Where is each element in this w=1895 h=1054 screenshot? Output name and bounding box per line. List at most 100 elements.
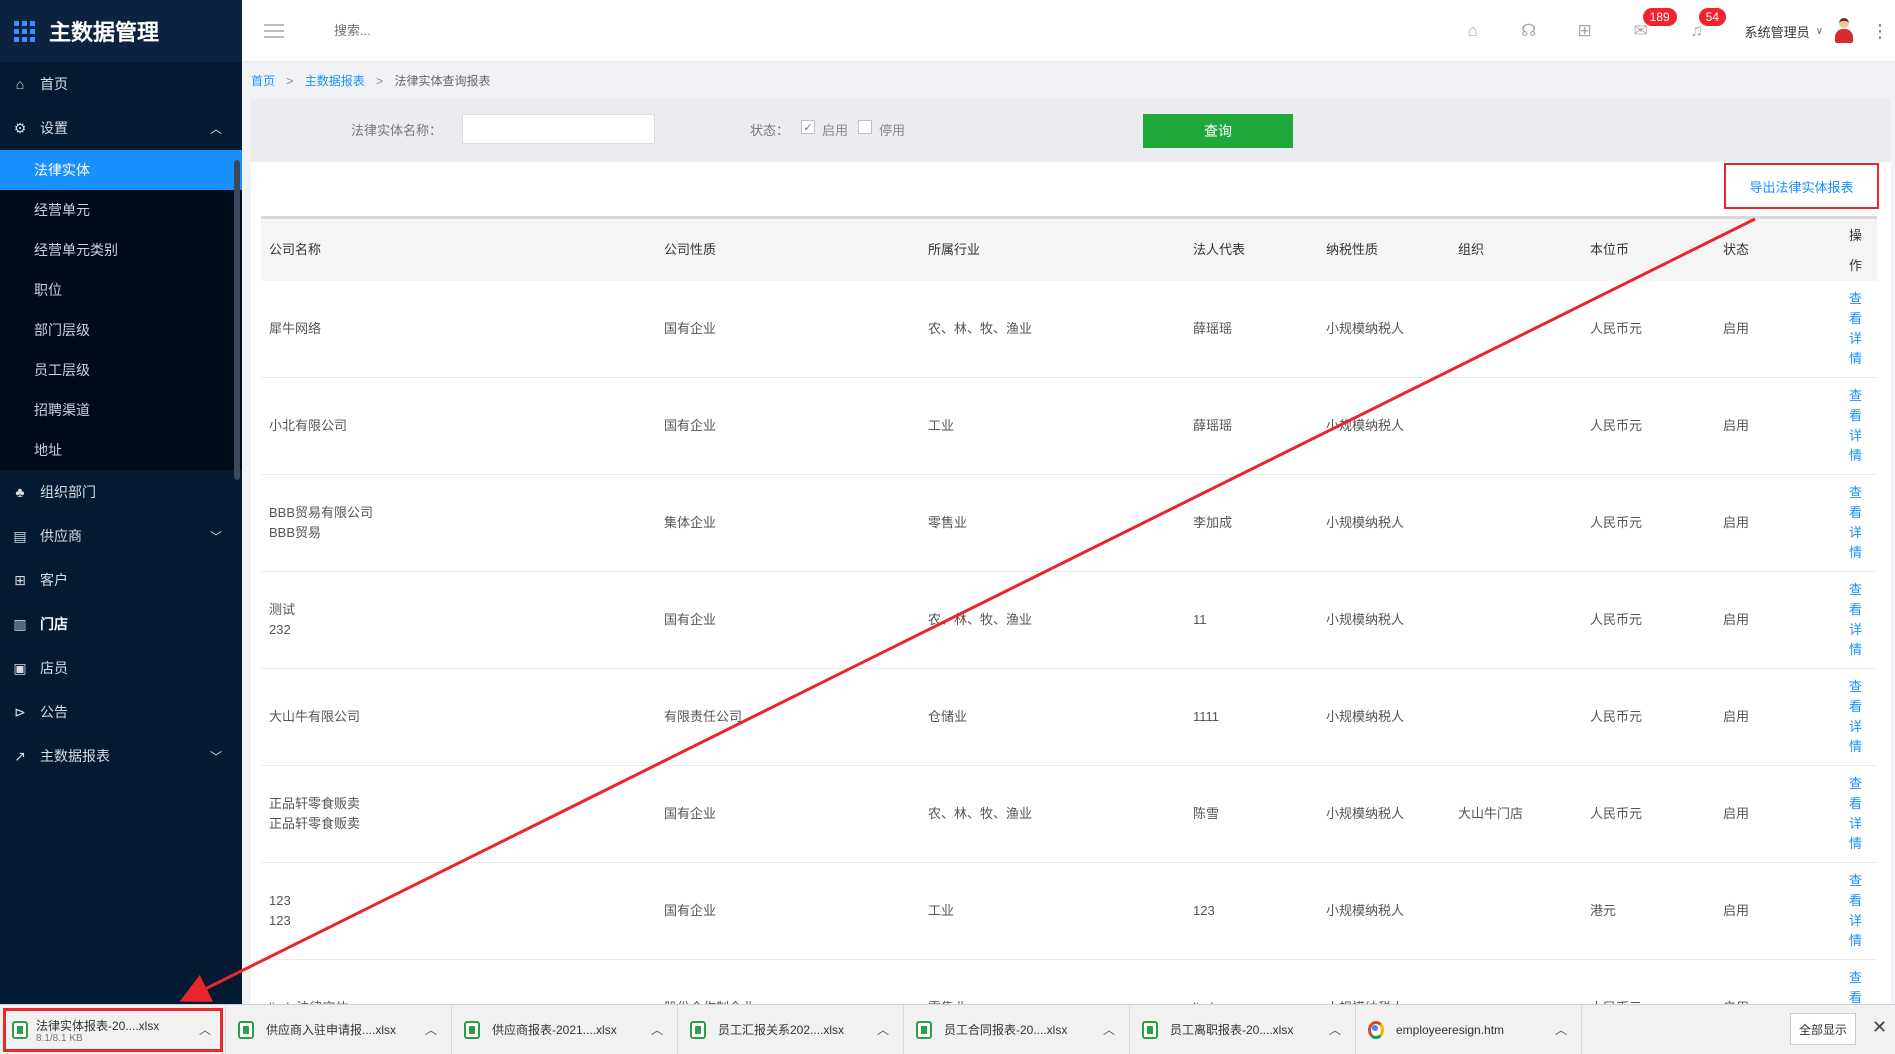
- sidebar-item-supplier[interactable]: ▤ 供应商 ﹀: [0, 514, 242, 558]
- col-header-state[interactable]: 状态: [1723, 240, 1749, 260]
- download-item[interactable]: 供应商报表-2021....xlsx ︿: [452, 1004, 678, 1054]
- chevron-up-icon[interactable]: ︿: [199, 1021, 211, 1038]
- sidebar-subitem-recruit-channel[interactable]: 招聘渠道: [0, 390, 242, 430]
- entity-name-input[interactable]: [462, 114, 655, 144]
- customer-icon: ⊞: [14, 571, 26, 588]
- breadcrumb-report[interactable]: 主数据报表: [305, 74, 365, 88]
- col-header-org[interactable]: 组织: [1458, 240, 1484, 260]
- cell-tax: 小规模纳税人: [1326, 806, 1405, 821]
- cell-industry: 工业: [928, 903, 955, 918]
- sidebar-item-staff[interactable]: ▣ 店员: [0, 646, 242, 690]
- download-item[interactable]: 员工合同报表-20....xlsx ︿: [904, 1004, 1130, 1054]
- apps-icon[interactable]: ⊞: [1557, 0, 1613, 62]
- sidebar-subitem-department-level[interactable]: 部门层级: [0, 310, 242, 350]
- download-item[interactable]: 法律实体报表-20....xlsx 8.1/8.1 KB ︿: [0, 1004, 226, 1054]
- more-vertical-icon[interactable]: ⋮: [1865, 21, 1895, 42]
- cell-tax: 小规模纳税人: [1326, 515, 1405, 530]
- bell-icon[interactable]: ♫ 54: [1669, 0, 1727, 62]
- menu-toggle-icon[interactable]: [264, 23, 284, 38]
- sidebar-item-reports[interactable]: ↗ 主数据报表 ﹀: [0, 734, 242, 778]
- user-menu[interactable]: 系统管理员 ∨: [1745, 18, 1853, 44]
- col-header-industry[interactable]: 所属行业: [928, 240, 980, 260]
- cell-industry: 农、林、牧、渔业: [928, 321, 1033, 336]
- cell-name: BBB贸易有限公司 BBB贸易: [269, 505, 374, 540]
- sidebar-item-org[interactable]: ♣ 组织部门: [0, 470, 242, 514]
- sidebar-subitem-position[interactable]: 职位: [0, 270, 242, 310]
- search-input[interactable]: [334, 23, 634, 38]
- breadcrumb-current: 法律实体查询报表: [394, 74, 491, 88]
- chevron-down-icon: ﹀: [209, 749, 222, 764]
- col-header-name[interactable]: 公司名称: [269, 240, 649, 260]
- breadcrumb-home[interactable]: 首页: [251, 74, 275, 88]
- sidebar-subitem-business-unit-category[interactable]: 经营单元类别: [0, 230, 242, 270]
- col-header-nature[interactable]: 公司性质: [664, 240, 716, 260]
- export-legal-entity-report-button[interactable]: 导出法律实体报表: [1724, 163, 1879, 209]
- home-icon[interactable]: ⌂: [1445, 0, 1501, 62]
- cell-state: 启用: [1723, 903, 1750, 918]
- cell-state: 启用: [1723, 321, 1750, 336]
- download-filename: 供应商入驻申请报....xlsx: [266, 1023, 397, 1037]
- col-header-currency[interactable]: 本位币: [1590, 240, 1629, 260]
- col-header-tax[interactable]: 纳税性质: [1326, 240, 1378, 260]
- sidebar-subitem-employee-level[interactable]: 员工层级: [0, 350, 242, 390]
- sidebar-menu: ⌂ 首页 ⚙ 设置 ︿ 法律实体 经营单元 经营单元类别 职位 部门层级 员工层…: [0, 62, 242, 778]
- cell-nature: 集体企业: [664, 515, 717, 530]
- sidebar-scrollbar[interactable]: [234, 160, 240, 480]
- query-button[interactable]: 查询: [1143, 114, 1293, 148]
- status-label: 状态：: [750, 123, 790, 138]
- breadcrumb-separator: >: [376, 74, 384, 88]
- cell-name: 正品轩零食贩卖 正品轩零食贩卖: [269, 796, 361, 831]
- view-details-link[interactable]: 查看详情: [1849, 677, 1867, 757]
- chevron-up-icon[interactable]: ︿: [651, 1021, 663, 1038]
- chevron-up-icon[interactable]: ︿: [877, 1021, 889, 1038]
- view-details-link[interactable]: 查看详情: [1849, 968, 1867, 1004]
- sidebar-item-store[interactable]: ▥ 门店: [0, 602, 242, 646]
- table-body: 犀牛网络 国有企业 农、林、牧、渔业 薛瑶瑶 小规模纳税人 人民币元 启用查看详情小北有限公…: [261, 281, 1877, 1004]
- close-icon[interactable]: ✕: [1872, 1017, 1887, 1038]
- download-item[interactable]: employeeresign.htm ︿: [1356, 1004, 1582, 1054]
- user-name: 系统管理员: [1744, 24, 1810, 40]
- col-header-legal[interactable]: 法人代表: [1193, 240, 1245, 260]
- enabled-label: 启用: [822, 123, 849, 138]
- enabled-checkbox[interactable]: ✓: [801, 120, 815, 134]
- app-title: 主数据管理: [49, 20, 160, 45]
- download-bar: 法律实体报表-20....xlsx 8.1/8.1 KB ︿ 供应商入驻申请报.…: [0, 1004, 1895, 1054]
- view-details-link[interactable]: 查看详情: [1849, 580, 1867, 660]
- sidebar-item-label: 组织部门: [40, 484, 96, 500]
- chrome-icon: [1368, 1020, 1384, 1039]
- chevron-up-icon[interactable]: ︿: [1329, 1021, 1341, 1038]
- view-details-link[interactable]: 查看详情: [1849, 871, 1867, 951]
- cell-state: 启用: [1723, 515, 1750, 530]
- view-details-link[interactable]: 查看详情: [1849, 483, 1867, 563]
- sidebar-subitem-business-unit[interactable]: 经营单元: [0, 190, 242, 230]
- app-logo[interactable]: 主数据管理: [0, 0, 242, 62]
- view-details-link[interactable]: 查看详情: [1849, 774, 1867, 854]
- headset-icon[interactable]: ☊: [1501, 0, 1557, 62]
- download-item[interactable]: 供应商入驻申请报....xlsx ︿: [226, 1004, 452, 1054]
- chevron-up-icon[interactable]: ︿: [1555, 1021, 1567, 1038]
- download-filename: 员工合同报表-20....xlsx: [944, 1023, 1068, 1037]
- chevron-up-icon[interactable]: ︿: [425, 1021, 437, 1038]
- breadcrumb: 首页 > 主数据报表 > 法律实体查询报表: [251, 72, 490, 89]
- sidebar-item-announcement[interactable]: ⊳ 公告: [0, 690, 242, 734]
- table-row: 123 123 国有企业 工业 123 小规模纳税人 港元 启用 查看详情: [261, 863, 1877, 960]
- home-icon: ⌂: [15, 76, 25, 92]
- sidebar-item-home[interactable]: ⌂ 首页: [0, 62, 242, 106]
- download-item[interactable]: 员工离职报表-20....xlsx ︿: [1130, 1004, 1356, 1054]
- download-filename: 员工汇报关系202....xlsx: [718, 1023, 845, 1037]
- sidebar-subitem-address[interactable]: 地址: [0, 430, 242, 470]
- sidebar-subitem-legal-entity[interactable]: 法律实体: [0, 150, 242, 190]
- sidebar-item-customer[interactable]: ⊞ 客户: [0, 558, 242, 602]
- mail-icon[interactable]: ✉ 189: [1613, 0, 1677, 62]
- sidebar: 主数据管理 ⌂ 首页 ⚙ 设置 ︿ 法律实体 经营单元 经营单元类别 职位 部门…: [0, 0, 242, 1004]
- sidebar-item-settings[interactable]: ⚙ 设置 ︿: [0, 106, 242, 150]
- excel-file-icon: [690, 1020, 706, 1039]
- view-details-link[interactable]: 查看详情: [1849, 386, 1867, 466]
- cell-currency: 人民币元: [1590, 321, 1643, 336]
- show-all-downloads-button[interactable]: 全部显示: [1790, 1013, 1856, 1045]
- disabled-checkbox[interactable]: [858, 120, 872, 134]
- view-details-link[interactable]: 查看详情: [1849, 289, 1867, 369]
- supplier-icon: ▤: [13, 527, 27, 544]
- download-item[interactable]: 员工汇报关系202....xlsx ︿: [678, 1004, 904, 1054]
- chevron-up-icon[interactable]: ︿: [1103, 1021, 1115, 1038]
